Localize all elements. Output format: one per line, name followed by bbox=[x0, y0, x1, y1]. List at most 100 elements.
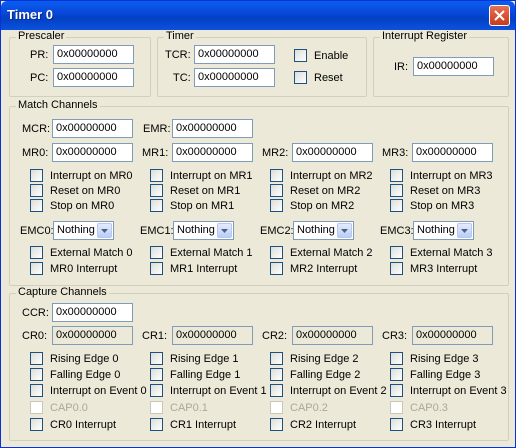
checkbox-box[interactable] bbox=[270, 262, 283, 275]
interrupt-on-event-3-checkbox[interactable]: Interrupt on Event 3 bbox=[390, 384, 507, 398]
dropdown-button[interactable] bbox=[97, 223, 112, 238]
emc3-select[interactable]: Nothing bbox=[413, 221, 474, 240]
checkbox-box[interactable] bbox=[270, 199, 283, 212]
mr0-interrupt-checkbox[interactable]: MR0 Interrupt bbox=[30, 262, 117, 276]
interrupt-on-mr0-checkbox[interactable]: Interrupt on MR0 bbox=[30, 169, 133, 183]
stop-on-mr0-checkbox[interactable]: Stop on MR0 bbox=[30, 199, 114, 213]
dropdown-button[interactable] bbox=[217, 223, 232, 238]
emc2-select[interactable]: Nothing bbox=[293, 221, 354, 240]
checkbox-box[interactable] bbox=[390, 368, 403, 381]
checkbox-box[interactable] bbox=[270, 368, 283, 381]
checkbox-box[interactable] bbox=[270, 352, 283, 365]
checkbox-box[interactable] bbox=[270, 184, 283, 197]
interrupt-on-mr1-checkbox[interactable]: Interrupt on MR1 bbox=[150, 169, 253, 183]
interrupt-on-event-0-checkbox[interactable]: Interrupt on Event 0 bbox=[30, 384, 147, 398]
checkbox-box[interactable] bbox=[30, 246, 43, 259]
checkbox-box[interactable] bbox=[390, 184, 403, 197]
checkbox-box[interactable] bbox=[294, 49, 307, 62]
emr-field[interactable]: 0x00000000 bbox=[172, 119, 253, 138]
reset-checkbox[interactable]: Reset bbox=[294, 71, 343, 85]
checkbox-box[interactable] bbox=[270, 169, 283, 182]
checkbox-box[interactable] bbox=[30, 262, 43, 275]
checkbox-box[interactable] bbox=[150, 199, 163, 212]
emc0-select[interactable]: Nothing bbox=[53, 221, 114, 240]
rising-edge-0-checkbox[interactable]: Rising Edge 0 bbox=[30, 352, 119, 366]
checkbox-box[interactable] bbox=[30, 368, 43, 381]
interrupt-on-event-1-checkbox[interactable]: Interrupt on Event 1 bbox=[150, 384, 267, 398]
checkbox-box[interactable] bbox=[270, 246, 283, 259]
mr3-interrupt-checkbox[interactable]: MR3 Interrupt bbox=[390, 262, 477, 276]
checkbox-box[interactable] bbox=[30, 169, 43, 182]
checkbox-box[interactable] bbox=[150, 352, 163, 365]
stop-on-mr1-checkbox[interactable]: Stop on MR1 bbox=[150, 199, 234, 213]
cr1-interrupt-checkbox[interactable]: CR1 Interrupt bbox=[150, 418, 236, 432]
rising-edge-2-checkbox[interactable]: Rising Edge 2 bbox=[270, 352, 359, 366]
checkbox-box[interactable] bbox=[150, 262, 163, 275]
ccr-field[interactable]: 0x00000000 bbox=[52, 303, 133, 322]
mcr-field[interactable]: 0x00000000 bbox=[52, 119, 133, 138]
checkbox-box[interactable] bbox=[390, 418, 403, 431]
checkbox-box[interactable] bbox=[390, 262, 403, 275]
external-match-2-checkbox[interactable]: External Match 2 bbox=[270, 246, 373, 260]
checkbox-box[interactable] bbox=[270, 418, 283, 431]
reset-on-mr3-checkbox[interactable]: Reset on MR3 bbox=[390, 184, 480, 198]
falling-edge-2-checkbox[interactable]: Falling Edge 2 bbox=[270, 368, 360, 382]
tc-field[interactable]: 0x00000000 bbox=[194, 68, 275, 87]
pr-field[interactable]: 0x00000000 bbox=[53, 45, 134, 64]
rising-edge-1-checkbox[interactable]: Rising Edge 1 bbox=[150, 352, 239, 366]
checkbox-box[interactable] bbox=[150, 384, 163, 397]
dropdown-button[interactable] bbox=[337, 223, 352, 238]
cr0-interrupt-checkbox[interactable]: CR0 Interrupt bbox=[30, 418, 116, 432]
checkbox-box[interactable] bbox=[390, 199, 403, 212]
cr2-interrupt-checkbox[interactable]: CR2 Interrupt bbox=[270, 418, 356, 432]
mr1-interrupt-checkbox[interactable]: MR1 Interrupt bbox=[150, 262, 237, 276]
cr3-interrupt-checkbox[interactable]: CR3 Interrupt bbox=[390, 418, 476, 432]
checkbox-box[interactable] bbox=[30, 384, 43, 397]
reset-on-mr1-checkbox[interactable]: Reset on MR1 bbox=[150, 184, 240, 198]
stop-on-mr2-checkbox[interactable]: Stop on MR2 bbox=[270, 199, 354, 213]
checkbox-box[interactable] bbox=[30, 184, 43, 197]
mr2-interrupt-checkbox[interactable]: MR2 Interrupt bbox=[270, 262, 357, 276]
mr3-field[interactable]: 0x00000000 bbox=[412, 143, 493, 162]
stop-on-mr3-checkbox[interactable]: Stop on MR3 bbox=[390, 199, 474, 213]
close-button[interactable] bbox=[489, 5, 510, 26]
reset-on-mr0-checkbox[interactable]: Reset on MR0 bbox=[30, 184, 120, 198]
mr2-field[interactable]: 0x00000000 bbox=[292, 143, 373, 162]
rising-edge-3-checkbox[interactable]: Rising Edge 3 bbox=[390, 352, 479, 366]
tcr-field[interactable]: 0x00000000 bbox=[194, 45, 275, 64]
interrupt-on-mr3-checkbox[interactable]: Interrupt on MR3 bbox=[390, 169, 493, 183]
title-bar[interactable]: Timer 0 bbox=[1, 1, 515, 30]
checkbox-box[interactable] bbox=[390, 352, 403, 365]
external-match-3-checkbox[interactable]: External Match 3 bbox=[390, 246, 493, 260]
external-match-1-checkbox[interactable]: External Match 1 bbox=[150, 246, 253, 260]
checkbox-box[interactable] bbox=[294, 71, 307, 84]
checkbox-box[interactable] bbox=[30, 352, 43, 365]
checkbox-box[interactable] bbox=[270, 384, 283, 397]
falling-edge-3-checkbox[interactable]: Falling Edge 3 bbox=[390, 368, 480, 382]
ir-label: IR: bbox=[394, 61, 409, 73]
checkbox-box[interactable] bbox=[390, 384, 403, 397]
checkbox-box[interactable] bbox=[30, 199, 43, 212]
interrupt-on-mr0-label: Interrupt on MR0 bbox=[50, 170, 133, 182]
dropdown-button[interactable] bbox=[457, 223, 472, 238]
enable-checkbox[interactable]: Enable bbox=[294, 49, 348, 63]
mr0-field[interactable]: 0x00000000 bbox=[52, 143, 133, 162]
checkbox-box[interactable] bbox=[390, 246, 403, 259]
checkbox-box[interactable] bbox=[150, 418, 163, 431]
checkbox-box[interactable] bbox=[390, 169, 403, 182]
checkbox-box[interactable] bbox=[150, 169, 163, 182]
falling-edge-1-checkbox[interactable]: Falling Edge 1 bbox=[150, 368, 240, 382]
checkbox-box[interactable] bbox=[150, 246, 163, 259]
checkbox-box[interactable] bbox=[30, 418, 43, 431]
interrupt-on-mr2-checkbox[interactable]: Interrupt on MR2 bbox=[270, 169, 373, 183]
external-match-0-checkbox[interactable]: External Match 0 bbox=[30, 246, 133, 260]
checkbox-box[interactable] bbox=[150, 368, 163, 381]
reset-on-mr2-checkbox[interactable]: Reset on MR2 bbox=[270, 184, 360, 198]
mr1-field[interactable]: 0x00000000 bbox=[172, 143, 253, 162]
pc-field[interactable]: 0x00000000 bbox=[53, 68, 134, 87]
ir-field[interactable]: 0x00000000 bbox=[413, 57, 494, 76]
emc1-select[interactable]: Nothing bbox=[173, 221, 234, 240]
interrupt-on-event-2-checkbox[interactable]: Interrupt on Event 2 bbox=[270, 384, 387, 398]
checkbox-box[interactable] bbox=[150, 184, 163, 197]
falling-edge-0-checkbox[interactable]: Falling Edge 0 bbox=[30, 368, 120, 382]
